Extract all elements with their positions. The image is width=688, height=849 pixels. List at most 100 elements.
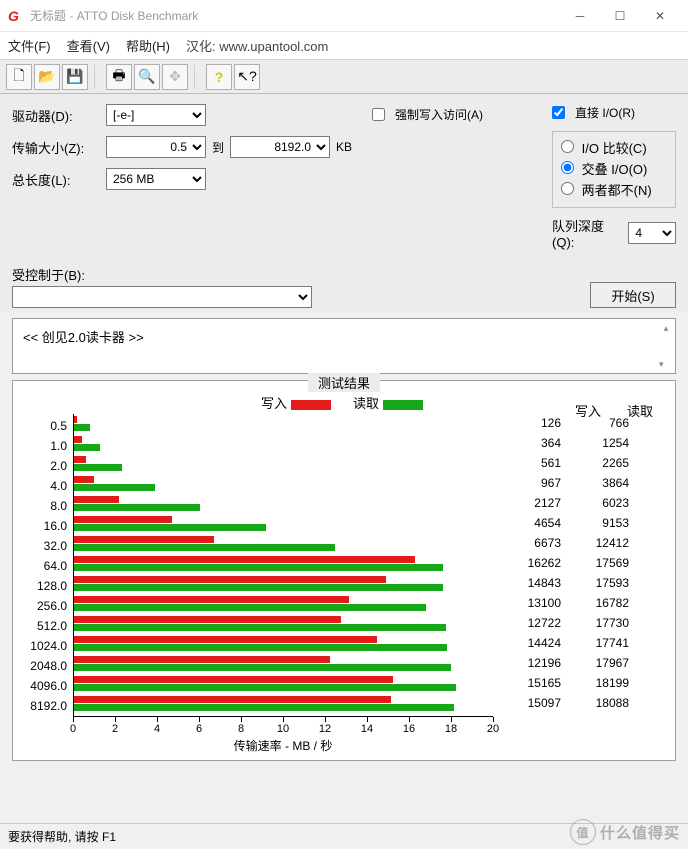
bar-row [74,694,493,714]
bars-area [73,414,493,716]
minimize-button[interactable]: ─ [560,0,600,32]
read-bar [74,544,335,551]
menu-file[interactable]: 文件(F) [8,36,51,55]
write-value: 2127 [493,496,561,516]
transfer-from-select[interactable]: 0.5 [106,136,206,158]
maximize-button[interactable]: ☐ [600,0,640,32]
bar-row [74,434,493,454]
read-value: 9153 [561,516,629,536]
scrollbar[interactable]: ▴ ▾ [659,321,673,371]
status-text: 要获得帮助, 请按 F1 [8,828,116,845]
x-tick [157,717,158,722]
column-headers: 写入 读取 [575,401,653,420]
scroll-up-icon[interactable]: ▴ [659,321,673,335]
help-button[interactable]: ? [206,64,232,90]
whats-this-button[interactable]: ↖? [234,64,260,90]
direct-io-checkbox[interactable] [552,106,565,119]
write-value: 13100 [493,596,561,616]
separator [194,65,200,89]
write-value: 561 [493,456,561,476]
drive-select[interactable]: [-e-] [106,104,206,126]
numeric-row: 9673864 [493,476,643,496]
numeric-row: 5612265 [493,456,643,476]
write-bar [74,696,391,703]
x-axis: 传输速率 - MB / 秒 02468101214161820 [73,716,493,756]
print-button[interactable]: 🖶 [106,64,132,90]
menu-help[interactable]: 帮助(H) [126,36,170,55]
read-value: 12412 [561,536,629,556]
read-bar [74,604,426,611]
save-button[interactable]: 💾 [62,64,88,90]
queue-depth-select[interactable]: 4 [628,222,676,244]
direct-io-label: 直接 I/O(R) [575,104,635,121]
move-button[interactable]: ✥ [162,64,188,90]
io-mode-group: I/O 比较(C) 交叠 I/O(O) 两者都不(N) [552,131,676,208]
read-value: 17569 [561,556,629,576]
read-bar [74,644,447,651]
y-label: 128.0 [19,576,73,596]
write-bar [74,596,349,603]
y-axis-labels: 0.51.02.04.08.016.032.064.0128.0256.0512… [19,414,73,716]
write-value: 15165 [493,676,561,696]
credit-url[interactable]: www.upantool.com [219,39,328,54]
bar-row [74,474,493,494]
bar-row [74,674,493,694]
start-button[interactable]: 开始(S) [590,282,676,308]
x-tick [241,717,242,722]
bar-row [74,614,493,634]
watermark: 值 什么值得买 [570,819,680,845]
read-bar [74,624,446,631]
write-value: 12196 [493,656,561,676]
x-tick-label: 4 [154,723,160,735]
length-select[interactable]: 256 MB [106,168,206,190]
read-bar [74,704,454,711]
queue-depth-label: 队列深度(Q): [552,216,622,250]
preview-button[interactable]: 🔍 [134,64,160,90]
neither-option[interactable]: 两者都不(N) [561,180,667,199]
y-label: 32.0 [19,536,73,556]
io-compare-option[interactable]: I/O 比较(C) [561,138,667,157]
new-button[interactable]: 🗋 [6,64,32,90]
write-value: 14424 [493,636,561,656]
write-value: 4654 [493,516,561,536]
read-value: 18199 [561,676,629,696]
write-bar [74,616,341,623]
read-bar [74,464,122,471]
read-value: 17967 [561,656,629,676]
bar-row [74,594,493,614]
x-tick-label: 10 [277,723,289,735]
close-button[interactable]: ✕ [640,0,680,32]
read-value: 2265 [561,456,629,476]
numeric-row: 1442417741 [493,636,643,656]
menu-view[interactable]: 查看(V) [67,36,110,55]
numeric-row: 1272217730 [493,616,643,636]
bar-row [74,414,493,434]
y-label: 1.0 [19,436,73,456]
device-info-box: << 创见2.0读卡器 >> ▴ ▾ [12,318,676,374]
results-panel: 测试结果 写入 读取 写入 读取 0.51.02.04.08.016.032.0… [12,380,676,761]
credit-label: 汉化: www.upantool.com [186,36,328,55]
numeric-row: 1626217569 [493,556,643,576]
write-bar [74,556,415,563]
total-length-label: 总长度(L): [12,170,100,189]
write-swatch [291,400,331,410]
scroll-down-icon[interactable]: ▾ [659,357,664,371]
controlled-select[interactable] [12,286,312,308]
x-tick-label: 18 [445,723,457,735]
numeric-row: 1219617967 [493,656,643,676]
write-bar [74,456,86,463]
header-write: 写入 [575,401,601,420]
x-tick-label: 6 [196,723,202,735]
write-bar [74,516,172,523]
open-button[interactable]: 📂 [34,64,60,90]
app-icon: G [8,8,24,24]
overlap-io-option[interactable]: 交叠 I/O(O) [561,159,667,178]
write-bar [74,436,82,443]
force-write-checkbox[interactable] [372,108,385,121]
transfer-to-select[interactable]: 8192.0 [230,136,330,158]
chart-area: 0.51.02.04.08.016.032.064.0128.0256.0512… [19,414,669,716]
chart-legend: 写入 读取 [19,393,669,412]
x-tick-label: 2 [112,723,118,735]
unit-label: KB [336,140,352,154]
device-text: << 创见2.0读卡器 >> [23,330,144,345]
